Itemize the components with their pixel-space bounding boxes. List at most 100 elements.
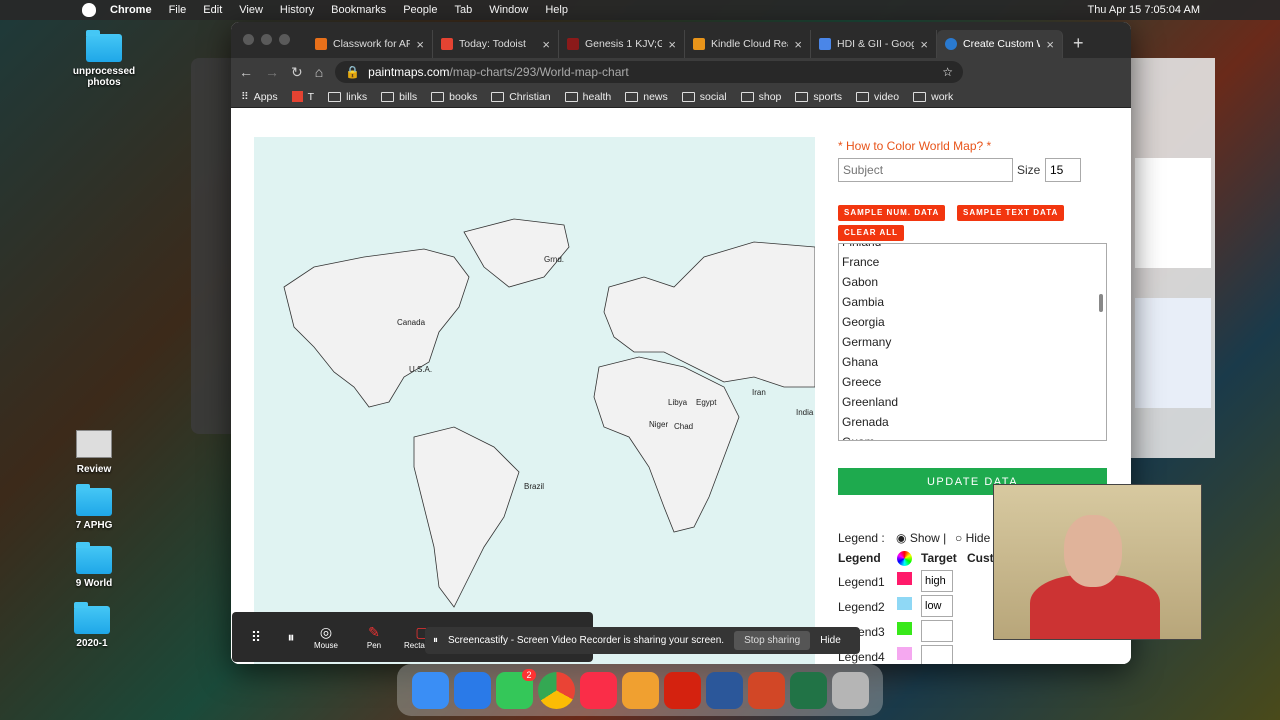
- acrobat-icon[interactable]: [663, 671, 701, 709]
- address-bar[interactable]: 🔒 paintmaps.com/map-charts/293/World-map…: [335, 61, 963, 83]
- word-icon[interactable]: [705, 671, 743, 709]
- tab-classwork[interactable]: Classwork for AP ×: [307, 30, 433, 58]
- menu-bookmarks[interactable]: Bookmarks: [331, 4, 386, 16]
- bookmark-social[interactable]: social: [681, 91, 727, 103]
- menu-history[interactable]: History: [280, 4, 314, 16]
- bookmark-christian[interactable]: Christian: [491, 91, 551, 103]
- world-map[interactable]: Grnd. Canada U.S.A. Brazil Libya Egypt I…: [254, 137, 816, 664]
- bookmark-t[interactable]: T: [291, 91, 314, 103]
- trash-icon[interactable]: [831, 671, 869, 709]
- close-tab-icon[interactable]: ×: [1046, 37, 1054, 52]
- drag-handle-icon[interactable]: ⠿: [232, 629, 280, 646]
- apple-icon[interactable]: [82, 3, 96, 17]
- hide-banner-button[interactable]: Hide: [820, 635, 841, 646]
- subject-input[interactable]: [838, 158, 1013, 182]
- legend3-color-swatch[interactable]: [897, 622, 912, 635]
- star-icon[interactable]: ☆: [942, 65, 953, 79]
- tab-create-custom[interactable]: Create Custom W ×: [937, 30, 1063, 58]
- forward-icon[interactable]: →: [265, 64, 279, 80]
- greenland-shape: [463, 218, 570, 288]
- music-icon[interactable]: [579, 671, 617, 709]
- list-item: Gabon: [842, 275, 879, 289]
- legend2-target-input[interactable]: [921, 595, 953, 617]
- south-america-shape: [413, 426, 520, 608]
- bookmark-news[interactable]: news: [625, 91, 668, 103]
- menu-file[interactable]: File: [169, 4, 187, 16]
- folder-icon: [431, 91, 445, 102]
- bookmark-label: work: [931, 90, 954, 103]
- close-tab-icon[interactable]: ×: [794, 37, 802, 52]
- menu-clock[interactable]: Thu Apr 15 7:05:04 AM: [1087, 4, 1200, 16]
- menu-tab[interactable]: Tab: [454, 4, 472, 16]
- desktop-file-review[interactable]: Review: [70, 430, 118, 475]
- tab-hdi-gii[interactable]: HDI & GII - Goog ×: [811, 30, 937, 58]
- bookmark-work[interactable]: work: [913, 91, 953, 103]
- excel-icon[interactable]: [789, 671, 827, 709]
- bookmark-books[interactable]: books: [431, 91, 477, 103]
- list-item: Germany: [842, 335, 892, 349]
- pause-icon[interactable]: ⏸: [280, 629, 302, 646]
- menu-app-name[interactable]: Chrome: [110, 4, 152, 16]
- reload-icon[interactable]: ↻: [291, 64, 303, 81]
- legend2-color-swatch[interactable]: [897, 597, 912, 610]
- bookmark-health[interactable]: health: [564, 91, 611, 103]
- target-column-header: Target: [921, 551, 957, 565]
- sample-num-data-button[interactable]: SAMPLE NUM. DATA: [838, 205, 946, 221]
- home-icon[interactable]: ⌂: [315, 64, 323, 80]
- close-tab-icon[interactable]: ×: [416, 37, 424, 52]
- scrollbar-thumb[interactable]: [1099, 294, 1103, 312]
- bookmark-apps[interactable]: ⠿ Apps: [241, 91, 278, 103]
- menu-edit[interactable]: Edit: [203, 4, 222, 16]
- kindle-icon: [693, 38, 705, 50]
- tool-pen[interactable]: ✎ Pen: [350, 624, 398, 650]
- desktop-folder-2020-1[interactable]: 2020-1: [64, 602, 120, 649]
- folder-icon: [381, 91, 395, 102]
- menu-people[interactable]: People: [403, 4, 437, 16]
- legend1-color-swatch[interactable]: [897, 572, 912, 585]
- legend4-target-input[interactable]: [921, 645, 953, 664]
- tab-kindle[interactable]: Kindle Cloud Rea ×: [685, 30, 811, 58]
- launchpad-icon[interactable]: [621, 671, 659, 709]
- legend-hide-radio[interactable]: ○ Hide: [955, 531, 990, 545]
- zoom-window-button[interactable]: [279, 34, 290, 45]
- powerpoint-icon[interactable]: [747, 671, 785, 709]
- tab-todoist[interactable]: Today: Todoist ×: [433, 30, 559, 58]
- legend3-target-input[interactable]: [921, 620, 953, 642]
- mail-icon[interactable]: [453, 671, 491, 709]
- size-input[interactable]: [1045, 158, 1081, 182]
- close-tab-icon[interactable]: ×: [668, 37, 676, 52]
- legend1-target-input[interactable]: [921, 570, 953, 592]
- messages-icon[interactable]: 2: [495, 668, 536, 709]
- close-tab-icon[interactable]: ×: [542, 37, 550, 52]
- bookmark-bills[interactable]: bills: [381, 91, 417, 103]
- close-window-button[interactable]: [243, 34, 254, 45]
- todoist-icon: [441, 38, 453, 50]
- minimize-window-button[interactable]: [261, 34, 272, 45]
- menu-view[interactable]: View: [239, 4, 263, 16]
- legend-show-radio[interactable]: ◉ Show |: [896, 531, 946, 545]
- chrome-icon[interactable]: [537, 671, 575, 709]
- bookmark-links[interactable]: links: [328, 91, 367, 103]
- menu-window[interactable]: Window: [489, 4, 528, 16]
- clear-all-button[interactable]: CLEAR ALL: [838, 225, 905, 241]
- close-tab-icon[interactable]: ×: [920, 37, 928, 52]
- finder-icon[interactable]: [411, 671, 449, 709]
- country-data-textarea[interactable]: Finland France Gabon Gambia Georgia Germ…: [838, 243, 1107, 441]
- back-icon[interactable]: ←: [239, 64, 253, 80]
- bookmark-video[interactable]: video: [856, 91, 899, 103]
- legend-show-label: Show |: [909, 531, 947, 545]
- tool-mouse[interactable]: ◎ Mouse: [302, 624, 350, 650]
- desktop-folder-9-world[interactable]: 9 World: [70, 542, 118, 589]
- ad-albert: [1135, 298, 1211, 408]
- stop-sharing-button[interactable]: Stop sharing: [734, 631, 811, 650]
- bookmark-shop[interactable]: shop: [740, 91, 781, 103]
- tab-genesis[interactable]: Genesis 1 KJV;G ×: [559, 30, 685, 58]
- pen-icon: ✎: [368, 624, 380, 640]
- desktop-folder-7-aphg[interactable]: 7 APHG: [70, 484, 118, 531]
- legend4-color-swatch[interactable]: [897, 647, 912, 660]
- sample-text-data-button[interactable]: SAMPLE TEXT DATA: [957, 205, 1065, 221]
- bookmark-sports[interactable]: sports: [795, 91, 842, 103]
- desktop-folder-unprocessed-photos[interactable]: unprocessed photos: [70, 30, 138, 88]
- new-tab-icon[interactable]: +: [1073, 33, 1084, 54]
- menu-help[interactable]: Help: [545, 4, 568, 16]
